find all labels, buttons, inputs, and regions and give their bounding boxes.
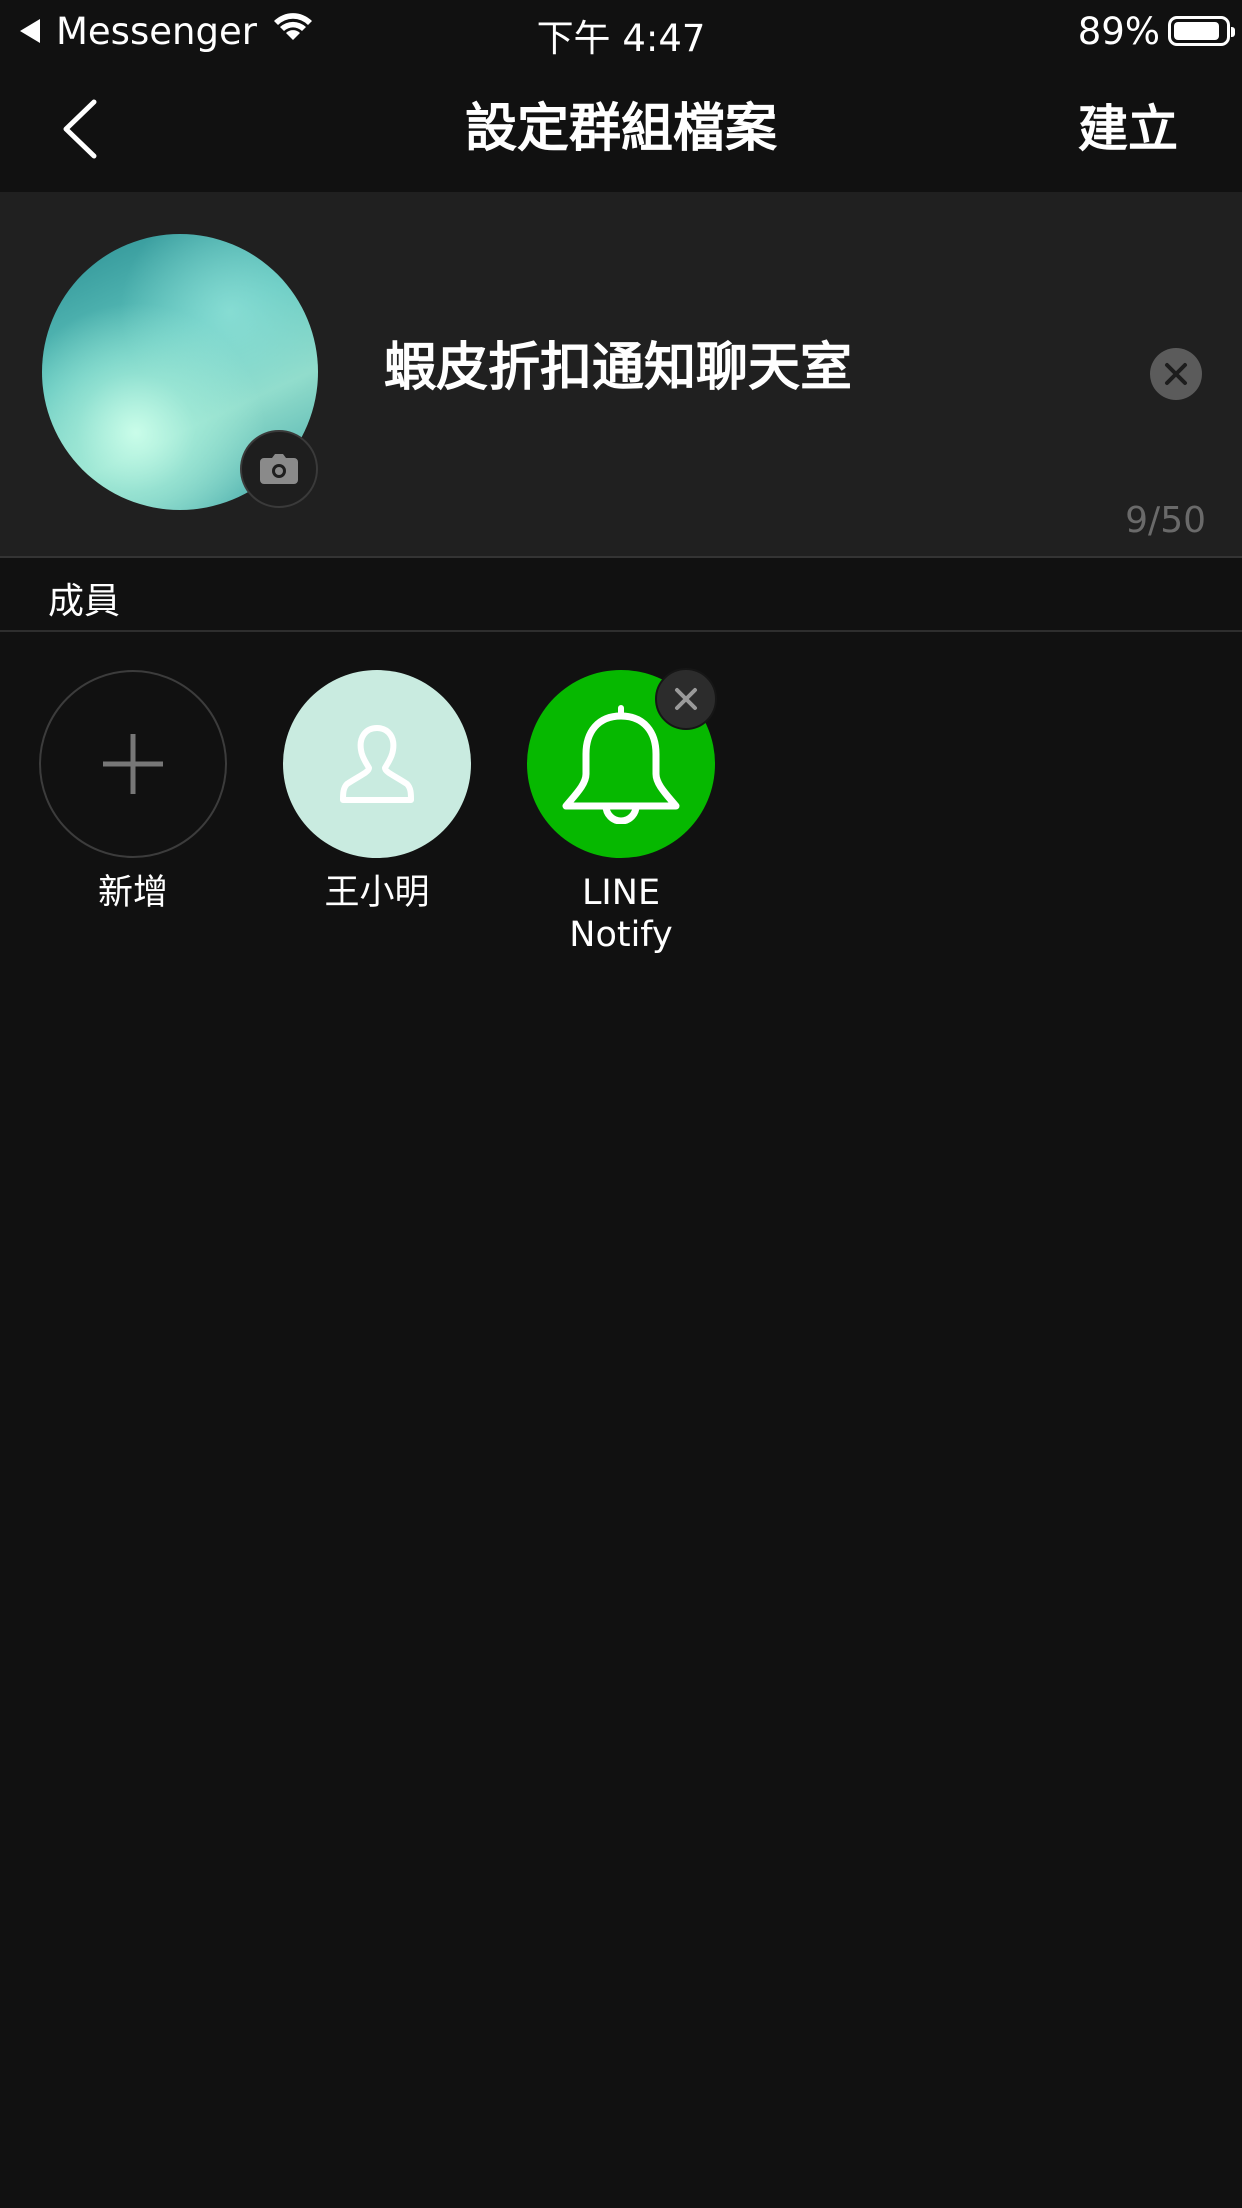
members-section-header: 成員 [0,558,1242,632]
battery-percent: 89% [1077,9,1160,53]
battery-icon [1168,16,1235,46]
change-photo-button[interactable] [240,430,318,508]
character-count: 9/50 [1125,500,1206,541]
remove-member-button[interactable] [655,668,717,730]
create-button[interactable]: 建立 [1078,94,1178,164]
clear-icon [1165,363,1187,385]
add-member-button[interactable]: 新增 [38,670,228,914]
group-name-input[interactable]: 蝦皮折扣通知聊天室 [384,338,852,398]
back-button[interactable] [50,94,110,164]
plus-icon [103,734,163,794]
status-time: 下午 4:47 [536,17,706,60]
bell-icon [562,705,680,824]
camera-icon [260,454,298,484]
group-profile-section: 蝦皮折扣通知聊天室 9/50 [0,192,1242,558]
add-member-label: 新增 [97,873,168,913]
clear-name-button[interactable] [1150,348,1202,400]
status-bar: Messenger 下午 4:47 89% [0,0,1242,62]
person-icon [340,725,414,803]
member-avatar[interactable] [283,670,471,858]
member-name-line2: Notify [569,915,673,955]
page-title: 設定群組檔案 [464,99,777,159]
member-name-line1: LINE [581,873,661,913]
member-item-user[interactable]: 王小明 [282,670,472,914]
member-avatar[interactable] [527,668,717,858]
member-name: LINE Notify [526,872,716,956]
member-item-line-notify[interactable]: LINE Notify [526,668,717,956]
add-member-circle[interactable] [39,670,227,858]
chevron-left-icon [63,99,97,159]
status-battery: 89% [1077,8,1235,54]
navigation-bar: 設定群組檔案 建立 [0,62,1242,192]
members-label: 成員 [48,581,121,622]
remove-icon [675,688,697,710]
member-name: 王小明 [324,873,430,913]
